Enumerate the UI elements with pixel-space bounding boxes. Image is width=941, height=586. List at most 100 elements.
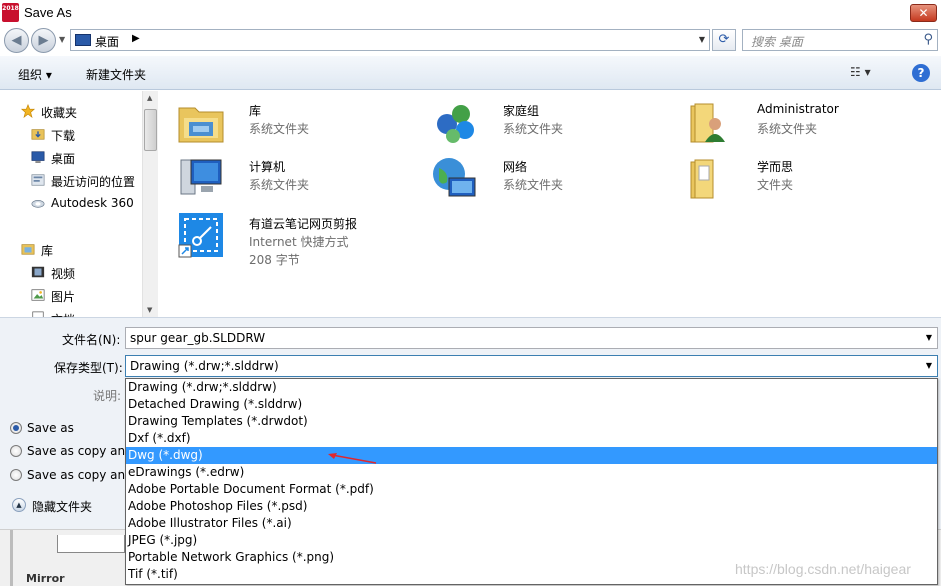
solidworks-app-icon: 2018 [2, 3, 19, 22]
file-item-xueersi[interactable]: 学而思 文件夹 [685, 154, 925, 206]
file-item-administrator[interactable]: Administrator 系统文件夹 [685, 98, 925, 150]
filetype-option[interactable]: JPEG (*.jpg) [126, 532, 937, 549]
file-name: 学而思 [757, 160, 794, 174]
file-type: 系统文件夹 [249, 122, 310, 136]
hide-folders-button[interactable]: 隐藏文件夹 [32, 498, 92, 515]
filename-label: 文件名(N): [62, 333, 121, 347]
scroll-up-icon[interactable]: ▲ [147, 94, 152, 102]
sidebar-item-label: 桌面 [51, 152, 76, 166]
save-as-copy-open-label[interactable]: Save as copy anc [27, 468, 132, 482]
mirror-label: Mirror [26, 572, 65, 585]
navigation-bar: ◀ ▶ ▼ 桌面 ▶ ▼ ⟳ 搜索 桌面 ⚲ [0, 26, 941, 56]
star-icon [20, 104, 36, 118]
search-input[interactable]: 搜索 桌面 [751, 33, 803, 50]
panel-border [10, 530, 13, 586]
address-location[interactable]: 桌面 [95, 33, 119, 50]
sidebar-item-label: 收藏夹 [41, 106, 78, 120]
filetype-option[interactable]: Detached Drawing (*.slddrw) [126, 396, 937, 413]
filetype-option-selected[interactable]: Dwg (*.dwg) [126, 447, 937, 464]
file-name: 网络 [503, 160, 528, 174]
save-as-radio[interactable] [10, 422, 22, 434]
youdao-clipper-icon [178, 213, 223, 258]
search-box[interactable]: 搜索 桌面 ⚲ [742, 29, 938, 51]
sidebar-item-label: 图片 [51, 290, 76, 304]
save-as-copy-continue-radio[interactable] [10, 445, 22, 457]
save-as-copy-continue-label[interactable]: Save as copy anc [27, 444, 132, 458]
file-name: Administrator [757, 102, 839, 116]
refresh-button[interactable]: ⟳ [712, 29, 736, 51]
file-type: 系统文件夹 [757, 122, 818, 136]
file-name: 有道云笔记网页剪报 [249, 217, 358, 231]
file-name: 家庭组 [503, 104, 540, 118]
library-icon [21, 244, 35, 255]
watermark: https://blog.csdn.net/haigear [735, 561, 911, 577]
desktop-icon [31, 151, 45, 163]
file-item-libraries[interactable]: 库 系统文件夹 [177, 98, 417, 150]
scroll-down-icon[interactable]: ▼ [147, 306, 152, 314]
organize-button[interactable]: 组织 ▾ [18, 66, 52, 83]
sidebar-item-label: 下载 [51, 129, 76, 143]
save-as-copy-open-radio[interactable] [10, 469, 22, 481]
address-dropdown-icon[interactable]: ▼ [699, 35, 705, 44]
scrollbar-thumb[interactable] [144, 109, 157, 151]
network-icon [433, 158, 476, 197]
filetype-label: 保存类型(T): [54, 361, 123, 375]
save-as-label[interactable]: Save as [27, 421, 74, 435]
navigation-pane: 收藏夹 下载 桌面 最近访问的位置 Autodesk 360 库 视频 图片 文… [0, 91, 158, 317]
file-item-youdao-clipper[interactable]: 有道云笔记网页剪报 Internet 快捷方式 208 字节 [177, 211, 417, 267]
navigation-pane-scrollbar[interactable]: ▲ ▼ [142, 91, 158, 317]
file-list: 库 系统文件夹 家庭组 系统文件夹 Administrator 系统文件夹 计算… [159, 91, 941, 317]
history-dropdown-icon[interactable]: ▼ [59, 35, 65, 44]
back-button[interactable]: ◀ [4, 28, 29, 53]
title-bar: 2018 Save As ✕ [0, 0, 941, 26]
file-type: 系统文件夹 [503, 178, 564, 192]
filetype-option[interactable]: Adobe Illustrator Files (*.ai) [126, 515, 937, 532]
address-bar[interactable]: 桌面 ▶ ▼ [70, 29, 710, 51]
filetype-selected-value[interactable]: Drawing (*.drw;*.slddrw) [130, 359, 279, 373]
file-name: 计算机 [249, 160, 286, 174]
sidebar-item-label: 最近访问的位置 [51, 175, 136, 189]
library-folder-icon [178, 107, 224, 143]
folder-icon [690, 159, 714, 199]
view-options-icon[interactable]: ☷ ▾ [850, 65, 880, 81]
annotation-arrow-icon [328, 453, 377, 464]
sidebar-item-label: Autodesk 360 [51, 196, 134, 210]
filetype-option[interactable]: Adobe Portable Document Format (*.pdf) [126, 481, 937, 498]
filename-field[interactable]: spur gear_gb.SLDDRW ▼ [125, 327, 938, 349]
filetype-select[interactable]: Drawing (*.drw;*.slddrw) ▼ [125, 355, 938, 377]
cloud-icon [31, 200, 45, 208]
file-item-network[interactable]: 网络 系统文件夹 [431, 154, 671, 206]
chevron-up-icon[interactable]: ▲ [12, 498, 26, 512]
filename-input[interactable]: spur gear_gb.SLDDRW [130, 331, 265, 345]
breadcrumb-chevron-icon[interactable]: ▶ [132, 33, 140, 44]
chevron-down-icon[interactable]: ▼ [926, 361, 932, 370]
file-item-computer[interactable]: 计算机 系统文件夹 [177, 154, 417, 206]
command-toolbar: 组织 ▾ 新建文件夹 ☷ ▾ ? [0, 56, 941, 90]
filetype-option[interactable]: Drawing (*.drw;*.slddrw) [126, 379, 937, 396]
filetype-option[interactable]: Drawing Templates (*.drwdot) [126, 413, 937, 430]
filetype-dropdown-list: Drawing (*.drw;*.slddrw) Detached Drawin… [125, 378, 938, 585]
filetype-option[interactable]: Dxf (*.dxf) [126, 430, 937, 447]
filetype-option[interactable]: eDrawings (*.edrw) [126, 464, 937, 481]
video-icon [31, 266, 45, 278]
file-type: 系统文件夹 [503, 122, 564, 136]
file-name: 库 [249, 104, 262, 118]
user-folder-icon [690, 103, 725, 143]
window-title: Save As [24, 5, 72, 20]
chevron-down-icon[interactable]: ▼ [926, 333, 932, 342]
new-folder-button[interactable]: 新建文件夹 [86, 66, 146, 83]
picture-icon [31, 289, 45, 301]
panel-box [57, 535, 125, 553]
sidebar-item-label: 库 [41, 244, 54, 258]
search-icon[interactable]: ⚲ [923, 32, 933, 47]
close-button[interactable]: ✕ [910, 4, 937, 22]
help-icon[interactable]: ? [912, 64, 930, 82]
recent-places-icon [31, 174, 45, 186]
computer-icon [180, 159, 222, 195]
file-item-homegroup[interactable]: 家庭组 系统文件夹 [431, 98, 671, 150]
sidebar-item-label: 视频 [51, 267, 76, 281]
filetype-option[interactable]: Adobe Photoshop Files (*.psd) [126, 498, 937, 515]
description-label: 说明: [93, 389, 122, 403]
homegroup-icon [437, 105, 474, 143]
forward-button[interactable]: ▶ [31, 28, 56, 53]
